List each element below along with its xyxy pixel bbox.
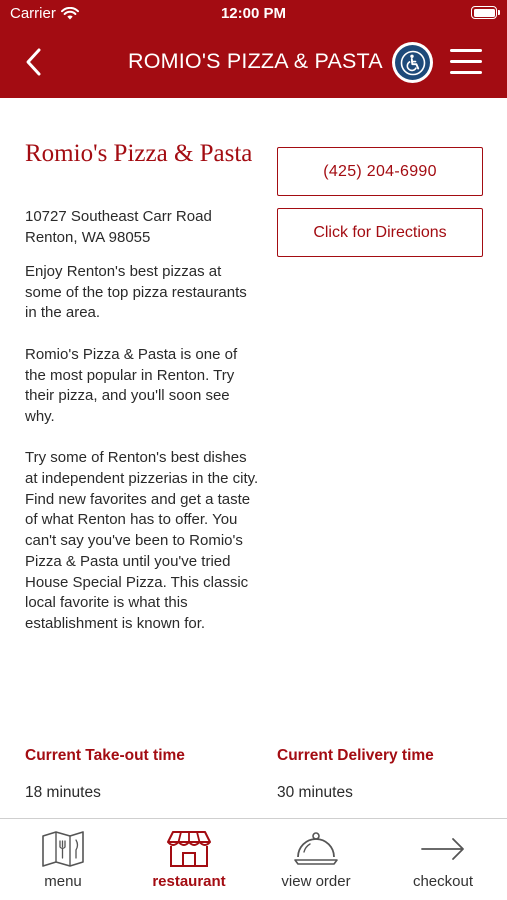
takeout-time-value: 18 minutes	[25, 784, 101, 801]
menu-book-icon	[42, 831, 84, 867]
status-time: 12:00 PM	[220, 5, 287, 22]
tab-view-order[interactable]: view order	[253, 819, 379, 900]
tab-label: view order	[281, 873, 351, 890]
tab-label: menu	[44, 873, 82, 890]
call-phone-button[interactable]: (425) 204-6990	[277, 147, 483, 196]
accessibility-icon	[400, 50, 425, 75]
address-line-1: 10727 Southeast Carr Road	[25, 208, 212, 225]
restaurant-details: Romio's Pizza & Pasta 10727 Southeast Ca…	[0, 98, 507, 819]
back-button[interactable]	[22, 46, 46, 78]
hamburger-menu-button[interactable]	[450, 49, 482, 75]
storefront-icon	[167, 831, 211, 867]
description-paragraph: Try some of Renton's best dishes at inde…	[25, 449, 259, 632]
bottom-tab-bar: menu restaurant view order checkout	[0, 818, 507, 900]
app-header: Carrier 12:00 PM ROMIO'S PIZZA & PASTA	[0, 0, 507, 98]
directions-button[interactable]: Click for Directions	[277, 208, 483, 257]
takeout-time-label: Current Take-out time	[25, 747, 185, 764]
restaurant-address: 10727 Southeast Carr Road Renton, WA 980…	[25, 206, 265, 248]
battery-icon	[471, 6, 500, 19]
status-bar: Carrier 12:00 PM	[0, 0, 507, 28]
accessibility-button[interactable]	[392, 42, 433, 83]
tab-label: restaurant	[152, 873, 226, 890]
address-line-2: Renton, WA 98055	[25, 229, 151, 246]
restaurant-name: Romio's Pizza & Pasta	[25, 140, 253, 167]
delivery-time-value: 30 minutes	[277, 784, 353, 801]
tab-menu[interactable]: menu	[0, 819, 126, 900]
description-paragraph: Romio's Pizza & Pasta is one of the most…	[25, 345, 238, 425]
arrow-right-icon	[421, 838, 464, 860]
delivery-time-label: Current Delivery time	[277, 747, 434, 764]
page-title: ROMIO'S PIZZA & PASTA	[128, 49, 383, 73]
tab-restaurant[interactable]: restaurant	[126, 819, 252, 900]
description-paragraph: Enjoy Renton's best pizzas at some of th…	[25, 263, 247, 322]
tab-checkout[interactable]: checkout	[380, 819, 506, 900]
chevron-left-icon	[26, 48, 41, 76]
restaurant-description: Enjoy Renton's best pizzas at some of th…	[25, 262, 260, 655]
tab-label: checkout	[412, 873, 474, 890]
cloche-icon	[294, 832, 338, 865]
